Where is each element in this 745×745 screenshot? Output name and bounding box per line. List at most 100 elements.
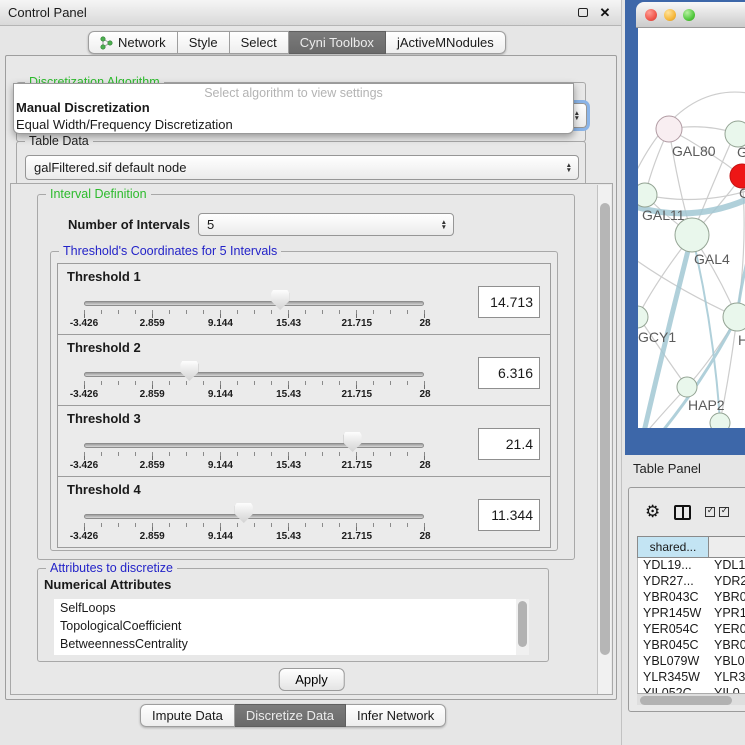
table-row[interactable]: YER054CYER0 (638, 622, 745, 638)
chevron-updown-icon: ▲▼ (441, 220, 447, 230)
zoom-button[interactable] (683, 9, 695, 21)
table-row[interactable]: YDL19...YDL1 (638, 558, 745, 574)
tab-select[interactable]: Select (230, 31, 289, 54)
list-item[interactable]: BetweennessCentrality (54, 635, 516, 653)
tick-label: 28 (419, 389, 430, 400)
network-canvas[interactable]: GAL80 G C GAL11 GAL4 GCY1 H HAP2 (638, 28, 745, 428)
tick-label: 28 (419, 318, 430, 329)
top-tab-bar: Network Style Select Cyni Toolbox jActiv… (88, 31, 506, 54)
number-of-intervals-label: Number of Intervals (68, 217, 190, 232)
tick-label: -3.426 (70, 389, 98, 400)
checkbox-icon[interactable] (705, 507, 715, 517)
network-window-titlebar (636, 2, 745, 28)
apply-button[interactable]: Apply (278, 668, 345, 691)
tick-label: 2.859 (140, 318, 165, 329)
table-row[interactable]: YBL079WYBL0 (638, 654, 745, 670)
threshold-row: Threshold 2 -3.426 2.859 9.144 15.43 21.… (57, 334, 551, 406)
threshold-row: Threshold 4 -3.426 2.859 9.144 15.43 21.… (57, 476, 551, 548)
network-icon (100, 36, 114, 50)
tick-label: 21.715 (342, 531, 373, 542)
numerical-attributes-list[interactable]: SelfLoops TopologicalCoefficient Between… (54, 599, 516, 655)
tick-label: -3.426 (70, 318, 98, 329)
slider-tick-labels: -3.426 2.859 9.144 15.43 21.715 28 (84, 531, 425, 543)
tab-label: jActiveMNodules (397, 35, 494, 50)
threshold-label: Threshold 3 (67, 411, 141, 426)
tab-network[interactable]: Network (88, 31, 178, 54)
table-panel: ⚙ shared... n YDL19...YDL1 YDR27...YDR2 … (628, 487, 745, 712)
vertical-scrollbar[interactable] (597, 185, 611, 695)
threshold-label: Threshold 4 (67, 482, 141, 497)
column-header-shared-name[interactable]: shared... (637, 536, 709, 558)
list-item[interactable]: SelfLoops (54, 599, 516, 617)
slider-thumb[interactable] (180, 361, 198, 381)
node-gal80[interactable] (656, 116, 682, 142)
tick-label: 15.43 (276, 318, 301, 329)
tick-label: 9.144 (208, 531, 233, 542)
list-scrollbar-thumb[interactable] (518, 601, 527, 647)
table-toolbar: ⚙ (629, 488, 745, 536)
combo-value: galFiltered.sif default node (34, 160, 566, 175)
checkbox-icon[interactable] (719, 507, 729, 517)
node-hap2[interactable] (677, 377, 697, 397)
thresholds-group: Threshold's Coordinates for 5 Intervals … (50, 251, 558, 551)
tab-label: Style (189, 35, 218, 50)
close-button[interactable] (645, 9, 657, 21)
dropdown-item-equal-width-frequency[interactable]: Equal Width/Frequency Discretization (14, 116, 573, 133)
tab-discretize-data[interactable]: Discretize Data (235, 704, 346, 727)
tick-label: 28 (419, 460, 430, 471)
node-partial-h[interactable] (723, 303, 745, 331)
vertical-scrollbar-thumb[interactable] (600, 203, 610, 655)
split-view-icon[interactable] (674, 505, 691, 520)
float-window-icon[interactable] (575, 5, 591, 21)
node-gcy1[interactable] (638, 306, 648, 328)
dropdown-item-manual-discretization[interactable]: Manual Discretization (14, 99, 573, 116)
list-item[interactable]: TopologicalCoefficient (54, 617, 516, 635)
table-data-combo[interactable]: galFiltered.sif default node ▲▼ (25, 155, 579, 180)
slider-thumb[interactable] (235, 503, 253, 523)
algorithm-dropdown-popup: Select algorithm to view settings Manual… (13, 83, 574, 134)
table-row[interactable]: YPR145WYPR1 (638, 606, 745, 622)
gear-icon[interactable]: ⚙ (645, 502, 660, 522)
group-title: Interval Definition (46, 187, 151, 201)
table-row[interactable]: YBR043CYBR0 (638, 590, 745, 606)
slider-thumb[interactable] (271, 290, 289, 310)
node-label: GAL4 (694, 251, 730, 267)
chevron-updown-icon: ▲▼ (566, 163, 572, 173)
node-gal4[interactable] (675, 218, 709, 252)
node-label: HAP2 (688, 397, 725, 413)
threshold-value-field[interactable]: 11.344 (478, 499, 540, 531)
tab-infer-network[interactable]: Infer Network (346, 704, 446, 727)
node-label: GCY1 (638, 329, 676, 345)
list-scrollbar[interactable] (516, 599, 529, 655)
threshold-row: Threshold 1 -3.426 2.859 9.144 15.43 21.… (57, 263, 551, 335)
minimize-button[interactable] (664, 9, 676, 21)
slider-thumb[interactable] (344, 432, 362, 452)
threshold-value-field[interactable]: 14.713 (478, 286, 540, 318)
close-icon[interactable]: ✕ (597, 5, 613, 21)
column-header-name[interactable]: n (709, 536, 745, 558)
table-row[interactable]: YBR045CYBR0 (638, 638, 745, 654)
number-of-intervals-combo[interactable]: 5 ▲▼ (198, 213, 454, 236)
table-panel-title: Table Panel (633, 461, 701, 476)
node-partial-bottom[interactable] (710, 413, 730, 428)
tab-jactivemnodules[interactable]: jActiveMNodules (386, 31, 506, 54)
threshold-value-field[interactable]: 6.316 (478, 357, 540, 389)
tab-cyni-toolbox[interactable]: Cyni Toolbox (289, 31, 386, 54)
tab-label: Infer Network (357, 708, 434, 723)
tab-impute-data[interactable]: Impute Data (140, 704, 235, 727)
tab-style[interactable]: Style (178, 31, 230, 54)
slider-tick-labels: -3.426 2.859 9.144 15.43 21.715 28 (84, 460, 425, 472)
horizontal-scrollbar-thumb[interactable] (640, 696, 732, 705)
panel-title: Control Panel (8, 5, 569, 20)
threshold-value-field[interactable]: 21.4 (478, 428, 540, 460)
tick-label: 2.859 (140, 389, 165, 400)
table-row[interactable]: YDR27...YDR2 (638, 574, 745, 590)
node-label: C (739, 185, 745, 201)
table-row[interactable]: YIL052CYIL0 (638, 686, 745, 693)
table-row[interactable]: YLR345WYLR3 (638, 670, 745, 686)
horizontal-scrollbar[interactable] (637, 693, 745, 705)
dropdown-placeholder-item[interactable]: Select algorithm to view settings (14, 84, 573, 99)
node-gal11[interactable] (638, 183, 657, 207)
interval-definition-group: Interval Definition Number of Intervals … (37, 194, 575, 560)
tick-label: 15.43 (276, 531, 301, 542)
